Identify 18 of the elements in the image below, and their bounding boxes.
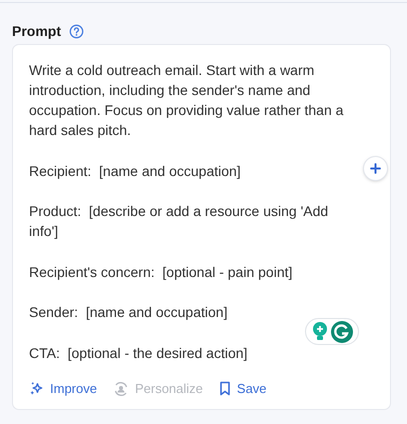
help-icon[interactable] xyxy=(69,24,84,38)
section-title: Prompt xyxy=(12,22,61,41)
plus-icon xyxy=(370,163,381,174)
save-button[interactable]: Save xyxy=(218,379,267,398)
prompt-paragraph: Sender: [name and occupation] xyxy=(29,303,228,322)
add-button[interactable] xyxy=(363,156,388,181)
person-cycle-icon xyxy=(112,380,129,397)
prompt-paragraph: Product: [describe or add a resource using 'Add info'] xyxy=(29,202,330,241)
g-logo-icon xyxy=(330,320,352,342)
assistant-widget[interactable] xyxy=(305,318,359,345)
bookmark-icon xyxy=(218,381,231,396)
prompt-paragraph: Recipient: [name and occupation] xyxy=(29,162,242,180)
prompt-paragraph: CTA: [optional - the desired action] xyxy=(29,344,248,362)
prompt-paragraph: Recipient's concern: [optional - pain point] xyxy=(29,262,294,282)
sparkle-icon xyxy=(29,381,44,396)
improve-button[interactable]: Improve xyxy=(29,379,97,398)
prompt-paragraph: Write a cold outreach email. Start with a warm introduction, including the sender's name and occupation. Focus on providing value rather than a hard sales pitch. xyxy=(29,61,344,140)
lightbulb-icon xyxy=(312,322,328,342)
